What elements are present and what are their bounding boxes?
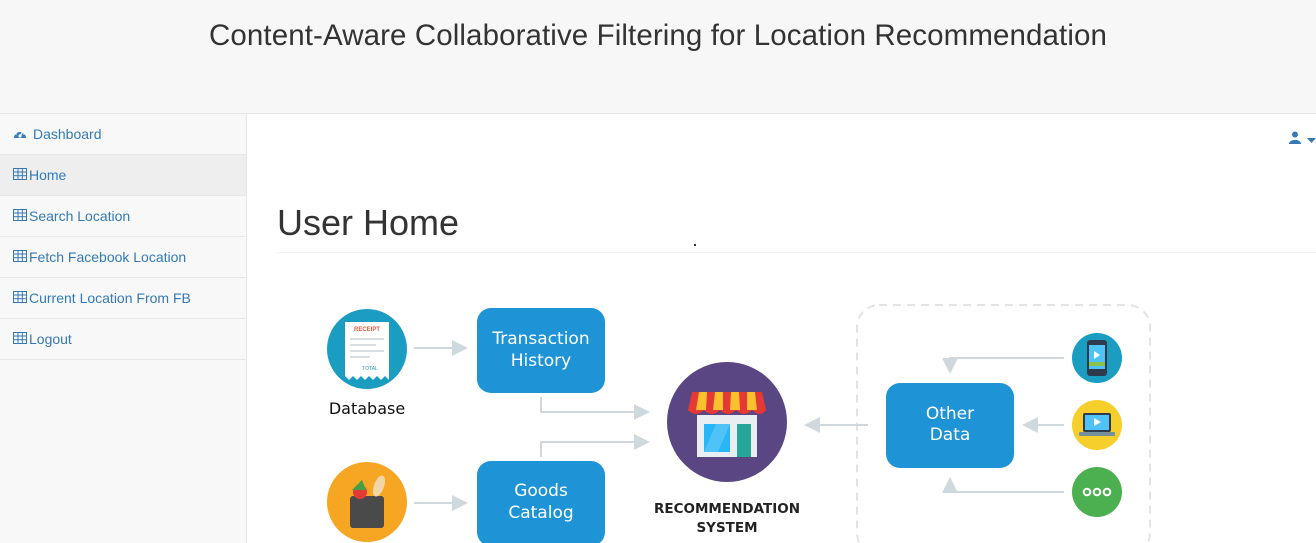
arrow-goods-to-system [540, 434, 650, 457]
page-title: User Home [277, 202, 460, 243]
arrow-phone-to-other [942, 357, 1064, 374]
laptop-icon [1072, 400, 1122, 450]
dashboard-icon [13, 126, 27, 142]
sidebar-item-label: Dashboard [33, 126, 102, 142]
sidebar-item-dashboard[interactable]: Dashboard [0, 114, 246, 155]
sidebar-item-search-location[interactable]: Search Location [0, 196, 246, 237]
user-icon [1289, 131, 1301, 149]
receipt-header: RECEIPT [354, 327, 380, 333]
table-icon [13, 249, 27, 265]
table-icon [13, 167, 27, 183]
goods-line2: Catalog [508, 503, 573, 523]
database-label: Database [329, 399, 405, 418]
table-icon [13, 290, 27, 306]
database-icon: RECEIPT TOTAL [327, 309, 407, 389]
sidebar-item-label: Logout [29, 331, 72, 347]
stray-dot [694, 244, 696, 246]
other-line2: Data [930, 425, 971, 445]
sidebar-item-label: Home [29, 167, 67, 183]
groceries-icon [327, 462, 407, 542]
caret-down-icon [1307, 131, 1316, 149]
arrow-transaction-to-system [540, 397, 650, 420]
sidebar-item-label: Search Location [29, 208, 131, 224]
sidebar-item-label: Current Location From FB [29, 290, 191, 306]
sidebar-item-fetch-facebook-location[interactable]: Fetch Facebook Location [0, 237, 246, 278]
app-title: Content-Aware Collaborative Filtering fo… [209, 19, 1107, 52]
sidebar-item-current-location-from-fb[interactable]: Current Location From FB [0, 278, 246, 319]
other-line1: Other [926, 404, 974, 424]
table-icon [13, 208, 27, 224]
table-icon [13, 331, 27, 347]
phone-icon [1072, 333, 1122, 383]
store-icon [667, 362, 787, 482]
receipt-footer: TOTAL [362, 366, 378, 372]
more-icon [1072, 467, 1122, 517]
title-divider [276, 252, 1316, 253]
sidebar-item-home[interactable]: Home [0, 155, 246, 196]
sidebar-item-label: Fetch Facebook Location [29, 249, 187, 265]
arrow-more-to-other [942, 477, 1064, 493]
recommendation-diagram: RECEIPT TOTAL Database Transaction Histo… [327, 304, 1151, 543]
user-menu-toggle[interactable] [1289, 131, 1316, 149]
goods-catalog-box [477, 461, 605, 543]
goods-line1: Goods [514, 481, 568, 501]
transaction-line2: History [511, 351, 571, 371]
sidebar-item-logout[interactable]: Logout [0, 319, 246, 360]
transaction-line1: Transaction [491, 329, 589, 349]
sidebar: Dashboard Home Search Location Fetch Fac… [0, 114, 247, 543]
rec-line2: SYSTEM [696, 520, 757, 536]
page-header: Content-Aware Collaborative Filtering fo… [0, 0, 1316, 114]
rec-line1: RECOMMENDATION [654, 501, 800, 517]
